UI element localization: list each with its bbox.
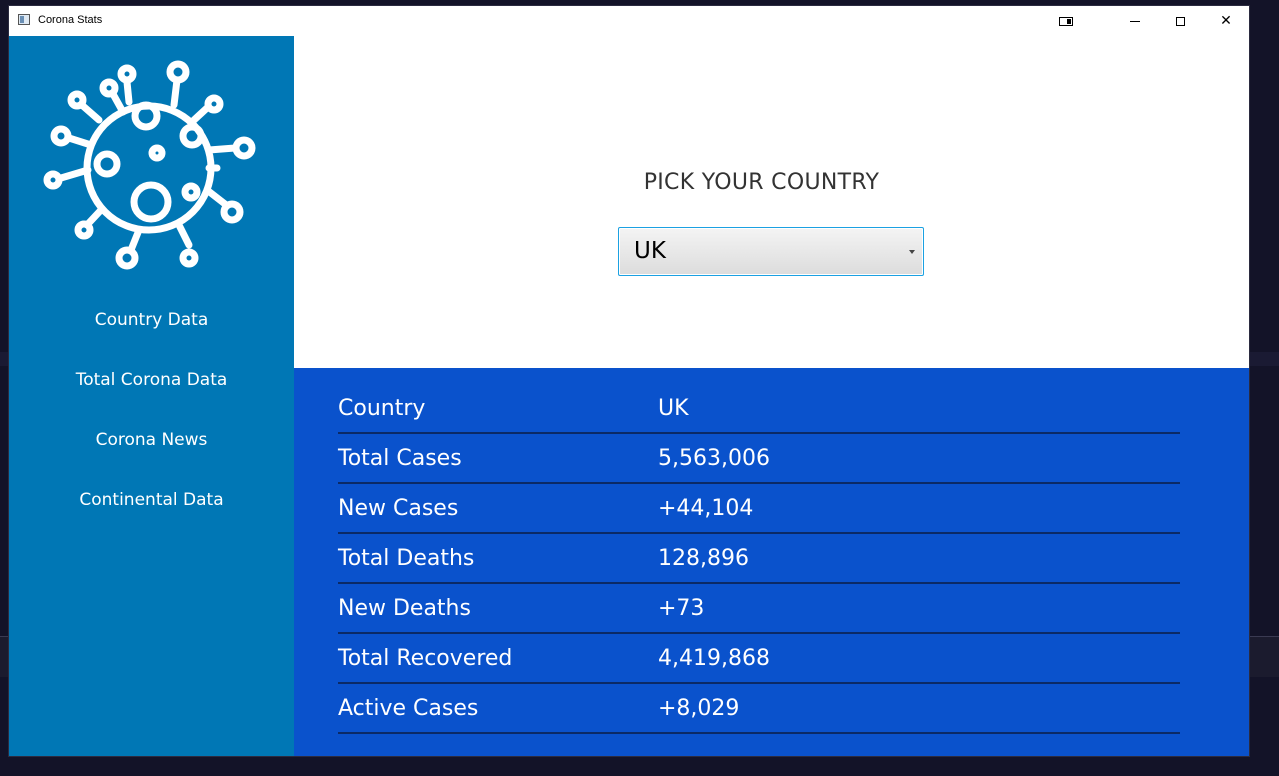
app-window: Corona Stats ✕ Country Data Total Corona…: [9, 6, 1249, 756]
background-terminal: [0, 0, 9, 340]
row-value: +8,029: [658, 696, 740, 721]
sidebar: Country Data Total Corona Data Corona Ne…: [9, 36, 294, 756]
maximize-button[interactable]: [1157, 6, 1203, 36]
window-title: Corona Stats: [38, 14, 103, 26]
page-title: PICK YOUR COUNTRY: [643, 170, 880, 195]
sidebar-item-country-data[interactable]: Country Data: [9, 310, 294, 330]
sidebar-item-corona-news[interactable]: Corona News: [9, 430, 294, 450]
row-label: New Cases: [338, 496, 459, 521]
row-label: Country: [338, 396, 426, 421]
table-row: Total Cases 5,563,006: [338, 432, 1180, 484]
row-label: Total Recovered: [338, 646, 513, 671]
sidebar-item-continental-data[interactable]: Continental Data: [9, 490, 294, 510]
close-icon: ✕: [1220, 13, 1232, 29]
row-label: Active Cases: [338, 696, 479, 721]
stats-table: Country UK Total Cases 5,563,006 New Cas…: [294, 368, 1249, 756]
table-row: New Deaths +73: [338, 582, 1180, 634]
snap-icon: [1059, 16, 1073, 26]
minimize-button[interactable]: [1112, 6, 1158, 36]
table-row: Active Cases +8,029: [338, 682, 1180, 734]
table-row: Country UK: [338, 382, 1180, 434]
title-bar[interactable]: Corona Stats ✕: [9, 6, 1249, 36]
country-picker-panel: PICK YOUR COUNTRY UK: [294, 36, 1249, 368]
table-row: New Cases +44,104: [338, 482, 1180, 534]
row-label: New Deaths: [338, 596, 471, 621]
country-select-value: UK: [634, 238, 666, 264]
row-label: Total Cases: [338, 446, 462, 471]
row-label: Total Deaths: [338, 546, 475, 571]
table-row: Total Deaths 128,896: [338, 532, 1180, 584]
virus-icon: [43, 60, 256, 270]
table-row: Total Recovered 4,419,868: [338, 632, 1180, 684]
chevron-down-icon: [909, 250, 915, 254]
row-value: +44,104: [658, 496, 754, 521]
country-select[interactable]: UK: [618, 227, 924, 276]
row-value: 128,896: [658, 546, 749, 571]
snap-layout-button[interactable]: [1043, 6, 1089, 36]
row-value: 4,419,868: [658, 646, 770, 671]
row-value: UK: [658, 396, 689, 421]
row-value: 5,563,006: [658, 446, 770, 471]
close-button[interactable]: ✕: [1203, 6, 1249, 36]
minimize-icon: [1130, 20, 1140, 22]
row-value: +73: [658, 596, 705, 621]
sidebar-item-total-corona-data[interactable]: Total Corona Data: [9, 370, 294, 390]
maximize-icon: [1175, 16, 1185, 26]
app-icon: [18, 14, 30, 25]
